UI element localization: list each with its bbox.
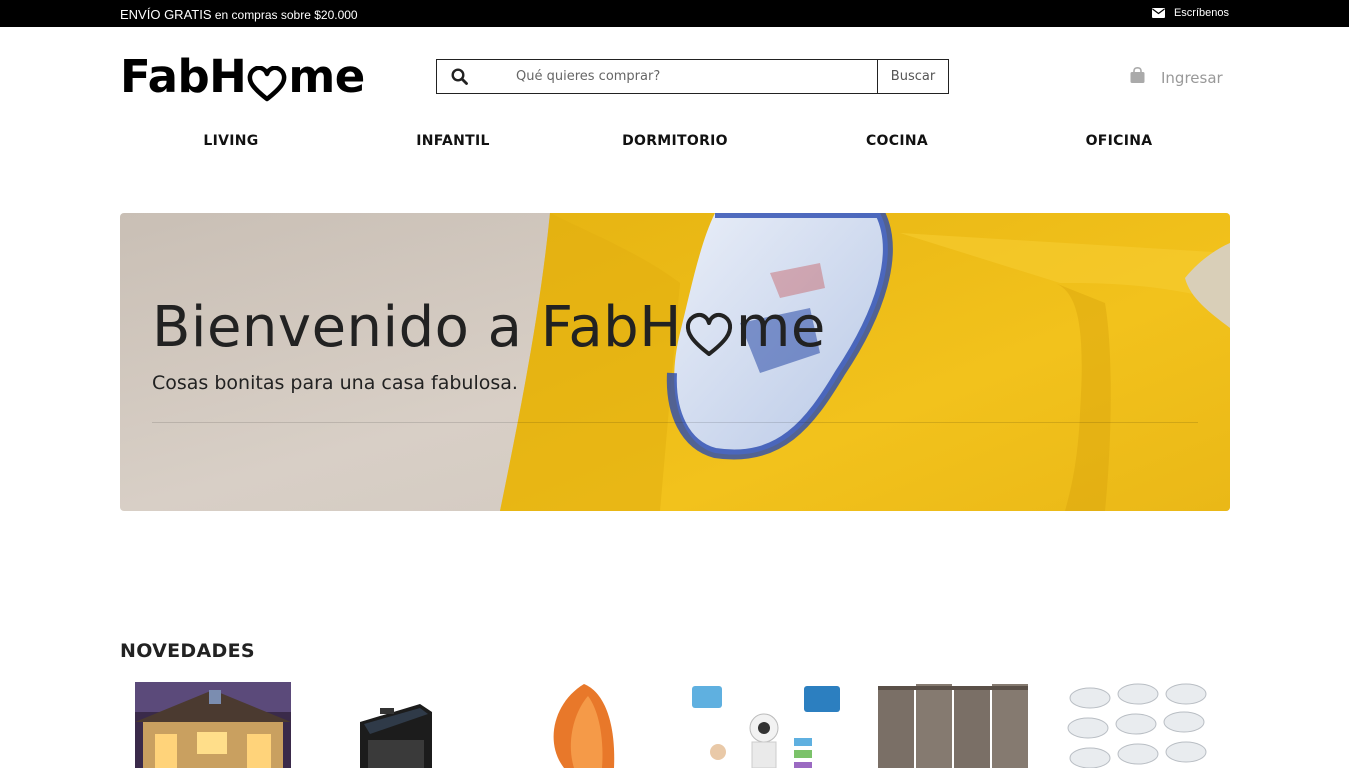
shopping-bag-icon	[1129, 66, 1146, 88]
salt-lamp-image	[504, 682, 660, 768]
search-bar: Buscar	[436, 59, 949, 94]
hero-subtitle: Cosas bonitas para una casa fabulosa.	[152, 372, 518, 394]
product-card[interactable]	[876, 682, 1032, 768]
nav-item-infantil[interactable]: INFANTIL	[342, 133, 564, 153]
folding-screen-image	[876, 682, 1032, 768]
product-card[interactable]	[135, 682, 291, 768]
promo-highlight: ENVÍO GRATIS	[120, 7, 212, 22]
logo-text-right: me	[288, 49, 365, 103]
nav-item-living[interactable]: LIVING	[120, 133, 342, 153]
security-camera-image	[690, 682, 846, 768]
led-panels-image	[1062, 682, 1218, 768]
logo-text-left: FabH	[120, 49, 247, 103]
product-grid	[120, 682, 1230, 768]
product-card[interactable]	[1062, 682, 1218, 768]
login-link[interactable]: Ingresar	[1129, 66, 1223, 88]
search-input[interactable]	[481, 60, 877, 93]
main-nav: LIVING INFANTIL DORMITORIO COCINA OFICIN…	[120, 133, 1230, 153]
house-lights-image	[135, 682, 291, 768]
contact-link[interactable]: Escríbenos	[1151, 7, 1229, 19]
solar-lamp-image	[320, 682, 476, 768]
login-label: Ingresar	[1161, 68, 1223, 87]
heart-icon	[247, 60, 287, 102]
product-card[interactable]	[504, 682, 660, 768]
logo[interactable]: FabH me	[120, 49, 365, 103]
hero-title-left: Bienvenido a FabH	[152, 295, 682, 360]
top-bar: ENVÍO GRATIS en compras sobre $20.000 Es…	[0, 0, 1349, 27]
hero-title: Bienvenido a FabH me	[152, 295, 826, 360]
hero-banner: Bienvenido a FabH me Cosas bonitas para …	[120, 213, 1230, 511]
search-button[interactable]: Buscar	[877, 60, 948, 93]
contact-label: Escríbenos	[1173, 7, 1229, 19]
envelope-icon	[1151, 8, 1165, 18]
search-icon[interactable]	[437, 60, 481, 93]
shipping-promo: ENVÍO GRATIS en compras sobre $20.000	[120, 7, 358, 22]
nav-item-cocina[interactable]: COCINA	[786, 133, 1008, 153]
hero-divider	[152, 422, 1198, 423]
hero-title-right: me	[735, 295, 826, 360]
section-title-novedades: NOVEDADES	[120, 640, 255, 662]
nav-item-oficina[interactable]: OFICINA	[1008, 133, 1230, 153]
heart-icon	[683, 307, 735, 356]
nav-item-dormitorio[interactable]: DORMITORIO	[564, 133, 786, 153]
hero-background-image	[120, 213, 1230, 511]
promo-text: en compras sobre $20.000	[211, 8, 358, 22]
product-card[interactable]	[690, 682, 846, 768]
product-card[interactable]	[320, 682, 476, 768]
